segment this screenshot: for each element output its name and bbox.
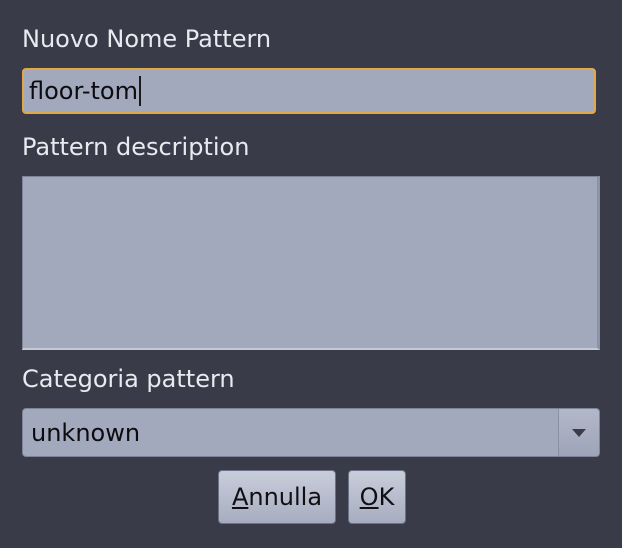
pattern-category-combobox[interactable]: unknown bbox=[22, 408, 600, 457]
chevron-down-icon bbox=[572, 428, 586, 437]
ok-label-rest: K bbox=[378, 483, 395, 511]
text-caret bbox=[138, 76, 141, 106]
cancel-button[interactable]: Annulla bbox=[218, 470, 336, 524]
pattern-name-label: Nuovo Nome Pattern bbox=[22, 25, 272, 53]
pattern-description-textarea[interactable] bbox=[22, 176, 600, 350]
cancel-label-rest: nnulla bbox=[248, 483, 323, 511]
cancel-mnemonic: A bbox=[231, 483, 249, 511]
ok-button[interactable]: OK bbox=[348, 470, 406, 524]
pattern-category-value: unknown bbox=[31, 418, 141, 447]
pattern-name-value: floor-tom bbox=[29, 77, 138, 105]
pattern-name-input[interactable]: floor-tom bbox=[22, 68, 596, 114]
pattern-category-label: Categoria pattern bbox=[22, 365, 235, 393]
ok-mnemonic: O bbox=[359, 483, 379, 511]
combo-dropdown-button[interactable] bbox=[558, 409, 599, 456]
pattern-description-label: Pattern description bbox=[22, 133, 250, 161]
